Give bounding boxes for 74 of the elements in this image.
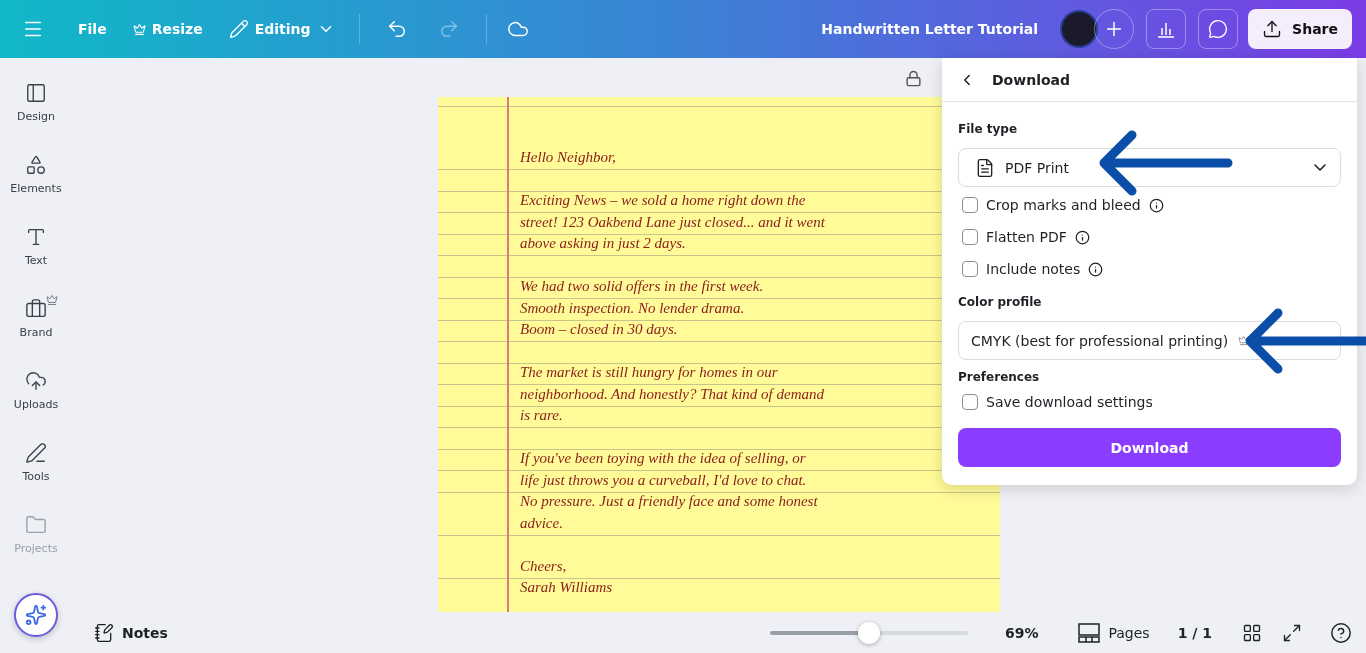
section-label: Preferences: [958, 370, 1041, 384]
letter-line: Sarah Williams: [520, 579, 613, 597]
slider-thumb[interactable]: [857, 621, 880, 644]
letter-line: No pressure. Just a friendly face and some honest: [520, 493, 818, 511]
letter-line: life just throws you a curveball, I'd love to chat.: [520, 471, 807, 490]
sidebar-item[interactable]: Brand: [0, 294, 72, 366]
sidebar-item[interactable]: Elements: [0, 150, 72, 222]
shapes-icon: [25, 154, 47, 176]
letter-line: is rare.: [520, 407, 563, 425]
file-type-select[interactable]: PDF Print: [958, 148, 1341, 187]
help-icon: [1330, 621, 1352, 644]
chevron-down-icon: [1314, 164, 1326, 171]
grid-icon: [1242, 622, 1262, 643]
checkbox[interactable]: [962, 229, 978, 245]
avatar[interactable]: [1060, 10, 1099, 48]
comment-button[interactable]: [1198, 9, 1239, 49]
letter-line: above asking in just 2 days.: [520, 235, 686, 253]
share-icon: [1262, 19, 1283, 39]
section-label: Color profile: [958, 295, 1043, 309]
letter-line: Boom – closed in 30 days.: [520, 321, 678, 339]
panel-title: Download: [992, 71, 1071, 88]
lock-icon[interactable]: [905, 70, 922, 87]
sidebar-item[interactable]: Text: [0, 222, 72, 294]
letter-line: If you've been toying with the idea of selling, or: [520, 450, 806, 468]
info-icon[interactable]: [1074, 229, 1090, 245]
letter-line: neighborhood. And honestly? That kind of demand: [520, 385, 824, 404]
pages-button[interactable]: Pages: [1078, 622, 1150, 643]
folder-icon: [25, 514, 47, 536]
document-icon: [975, 157, 995, 178]
notes-button[interactable]: Notes: [88, 621, 174, 644]
crown-icon: [132, 22, 146, 36]
color-profile-select[interactable]: CMYK (best for professional printing): [958, 321, 1341, 360]
notes-icon: [94, 622, 114, 643]
option-label: Crop marks and bleed: [986, 197, 1141, 213]
help-button[interactable]: [1330, 621, 1352, 644]
letter-line: We had two solid offers in the first week.: [520, 278, 764, 296]
sidebar-item[interactable]: Design: [0, 78, 72, 150]
pencil-icon: [228, 19, 249, 39]
pages-icon: [1078, 622, 1101, 643]
fullscreen-button[interactable]: [1282, 622, 1302, 643]
checkbox[interactable]: [962, 197, 978, 213]
sidebar-item[interactable]: Tools: [0, 438, 72, 510]
text-icon: [25, 226, 47, 248]
design-title[interactable]: Handwritten Letter Tutorial: [821, 21, 1039, 37]
layout-icon: [25, 82, 47, 104]
grid-view-button[interactable]: [1242, 622, 1262, 643]
cloud-upload-icon: [25, 370, 47, 392]
letter-line: Cheers,: [520, 557, 567, 576]
letter-line: advice.: [520, 514, 563, 533]
briefcase-icon: [25, 298, 47, 320]
insights-button[interactable]: [1146, 9, 1187, 49]
letter-line: The market is still hungry for homes in our: [520, 364, 778, 382]
download-button[interactable]: Download: [958, 428, 1341, 467]
pen-icon: [25, 442, 47, 464]
letter-line: Smooth inspection. No lender drama.: [520, 299, 745, 318]
expand-icon: [1282, 622, 1302, 643]
info-icon[interactable]: [1088, 261, 1104, 277]
checkbox[interactable]: [962, 261, 978, 277]
magic-button[interactable]: [14, 593, 58, 637]
option-label: Flatten PDF: [986, 229, 1067, 245]
comment-icon: [1208, 19, 1229, 39]
sparkles-icon: [25, 604, 47, 626]
zoom-reading[interactable]: 69%: [1004, 624, 1039, 641]
letter-line: Hello Neighbor,: [520, 149, 616, 167]
share-button[interactable]: Share: [1248, 9, 1352, 49]
option-label: Include notes: [986, 261, 1081, 277]
page-count: 1 / 1: [1177, 624, 1212, 641]
checkbox[interactable]: [962, 394, 978, 410]
info-icon[interactable]: [1148, 197, 1164, 213]
section-label: File type: [958, 122, 1019, 136]
sidebar-item[interactable]: Uploads: [0, 366, 72, 438]
letter-line: street! 123 Oakbend Lane just closed... and it went: [520, 213, 825, 232]
letter-line: Exciting News – we sold a home right down the: [520, 192, 806, 210]
option-label: Save download settings: [986, 394, 1153, 410]
